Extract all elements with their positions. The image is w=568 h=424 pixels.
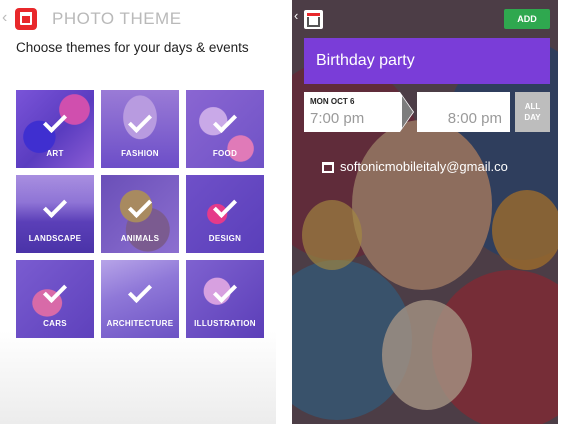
- photo-theme-screen: ‹ PHOTO THEME Choose themes for your day…: [0, 0, 276, 424]
- all-day-label-line2: DAY: [524, 113, 541, 122]
- time-range-bar: MON OCT 6 7:00 pm 8:00 pm ALL DAY: [304, 92, 550, 132]
- calendar-app-icon[interactable]: [15, 8, 37, 30]
- theme-label: ARCHITECTURE: [106, 319, 174, 328]
- calendar-account-selector[interactable]: softonicmobileitaly@gmail.co: [322, 159, 550, 177]
- theme-tile-fashion[interactable]: FASHION: [101, 90, 179, 168]
- theme-label: ILLUSTRATION: [194, 319, 256, 328]
- end-time: 8:00 pm: [447, 110, 502, 127]
- page-subtitle: Choose themes for your days & events: [16, 40, 249, 55]
- theme-label: DESIGN: [208, 234, 242, 243]
- theme-tile-animals[interactable]: ANIMALS: [101, 175, 179, 253]
- back-chevron-icon[interactable]: ‹: [294, 8, 298, 23]
- all-day-label-line1: ALL: [524, 102, 541, 111]
- theme-label: LANDSCAPE: [28, 234, 82, 243]
- theme-label: ANIMALS: [120, 234, 160, 243]
- all-day-toggle[interactable]: ALL DAY: [515, 92, 550, 132]
- theme-label: CARS: [43, 319, 67, 328]
- theme-tile-cars[interactable]: CARS: [16, 260, 94, 338]
- theme-label: FASHION: [121, 149, 159, 158]
- theme-tile-architecture[interactable]: ARCHITECTURE: [101, 260, 179, 338]
- calendar-icon: [322, 162, 334, 173]
- event-date: MON OCT 6: [310, 97, 355, 106]
- arrow-right-inner-icon: [402, 96, 413, 128]
- screenshot-stage: ‹ PHOTO THEME Choose themes for your day…: [0, 0, 568, 424]
- event-editor-screen: ‹ ADD Birthday party MON OCT 6 7:00 pm 8…: [292, 0, 558, 424]
- theme-grid: ART FASHION FOOD LANDSCAPE ANIMALS DESIG…: [16, 90, 264, 338]
- calendar-app-icon[interactable]: [304, 10, 323, 29]
- add-button[interactable]: ADD: [504, 9, 550, 29]
- theme-tile-design[interactable]: DESIGN: [186, 175, 264, 253]
- start-time: 7:00 pm: [310, 110, 365, 127]
- screen-divider: [276, 0, 292, 424]
- page-title: PHOTO THEME: [52, 9, 182, 28]
- theme-tile-art[interactable]: ART: [16, 90, 94, 168]
- end-time-picker[interactable]: 8:00 pm: [417, 92, 510, 132]
- start-time-picker[interactable]: MON OCT 6 7:00 pm: [304, 92, 400, 132]
- account-email: softonicmobileitaly@gmail.co: [340, 159, 508, 174]
- event-title-field[interactable]: Birthday party: [304, 38, 550, 84]
- theme-tile-landscape[interactable]: LANDSCAPE: [16, 175, 94, 253]
- back-chevron-icon[interactable]: ‹: [2, 10, 7, 26]
- theme-tile-illustration[interactable]: ILLUSTRATION: [186, 260, 264, 338]
- theme-tile-food[interactable]: FOOD: [186, 90, 264, 168]
- theme-label: FOOD: [212, 149, 238, 158]
- theme-label: ART: [46, 149, 64, 158]
